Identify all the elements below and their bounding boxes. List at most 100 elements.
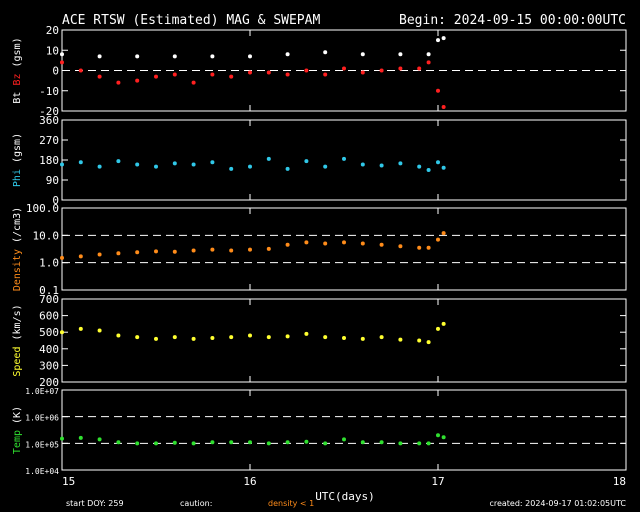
density-point-0-16 <box>360 241 365 246</box>
mag-point-1-10 <box>248 70 252 75</box>
mag-point-0-1 <box>97 54 102 59</box>
speed-point-0-9 <box>229 335 234 340</box>
speed-point-0-6 <box>172 335 177 340</box>
speed-point-0-1 <box>78 326 83 331</box>
caution-label: caution: <box>180 499 212 508</box>
density-point-0-0 <box>60 255 64 260</box>
density-point-0-22 <box>441 231 446 236</box>
xtick-label-0: 15 <box>62 475 75 488</box>
phi-point-0-9 <box>229 166 234 171</box>
ace-rtsw-chart: ACE RTSW (Estimated) MAG & SWEPAM Begin:… <box>12 13 627 508</box>
density-point-0-11 <box>266 246 271 251</box>
temp-point-0-6 <box>172 440 177 445</box>
density-ytick-label-2: 10.0 <box>33 229 60 242</box>
phi-ytick-label-1: 90 <box>46 174 59 187</box>
density-point-0-2 <box>97 252 102 257</box>
phi-ytick-label-3: 270 <box>39 134 59 147</box>
speed-point-0-16 <box>360 336 365 341</box>
speed-ylabel: Speed (km/s) <box>12 304 23 376</box>
temp-point-0-21 <box>436 433 440 438</box>
temp-ylabel: Temp (K) <box>12 406 23 454</box>
density-point-0-3 <box>116 251 121 256</box>
temp-point-0-5 <box>154 441 158 446</box>
temp-point-0-15 <box>342 437 346 442</box>
density-point-0-1 <box>78 254 83 259</box>
density-ylabel-part-1: (/cm3) <box>12 207 23 249</box>
mag-point-0-0 <box>60 52 64 57</box>
phi-point-0-22 <box>441 165 446 170</box>
mag-point-0-2 <box>135 54 140 59</box>
density-point-0-5 <box>154 249 158 254</box>
mag-ytick-label-4: 20 <box>46 24 59 37</box>
phi-point-0-7 <box>191 162 196 167</box>
temp-ytick-label-1: 1.0E+05 <box>25 440 59 449</box>
mag-point-1-9 <box>229 74 234 79</box>
phi-point-0-11 <box>266 156 271 161</box>
temp-point-0-7 <box>191 441 196 446</box>
speed-point-0-15 <box>342 336 346 341</box>
density-ylabel: Density (/cm3) <box>12 207 23 291</box>
chart-title: ACE RTSW (Estimated) MAG & SWEPAM <box>62 13 320 28</box>
phi-point-0-17 <box>379 163 384 168</box>
mag-ylabel-part-2: (gsm) <box>12 37 23 73</box>
xtick-label-2: 17 <box>431 475 444 488</box>
mag-panel: -20-1001020Bt Bz (gsm) <box>12 24 627 118</box>
temp-ytick-label-2: 1.0E+06 <box>25 414 59 423</box>
temp-ylabel-part-0: Temp <box>12 430 23 454</box>
mag-point-1-4 <box>135 78 140 83</box>
mag-point-1-19 <box>417 66 422 71</box>
phi-ylabel-part-0: Phi <box>12 169 23 187</box>
speed-point-0-20 <box>426 340 431 345</box>
phi-point-0-15 <box>342 156 346 161</box>
mag-ytick-label-1: -10 <box>39 85 59 98</box>
mag-point-1-0 <box>60 60 64 65</box>
speed-ylabel-part-0: Speed <box>12 347 23 377</box>
temp-point-0-8 <box>210 440 215 445</box>
phi-panel: 090180270360Phi (gsm) <box>12 114 627 207</box>
speed-point-0-3 <box>116 333 121 338</box>
phi-point-0-18 <box>398 161 403 166</box>
mag-point-0-12 <box>441 36 446 41</box>
mag-point-0-7 <box>323 50 328 55</box>
phi-point-0-3 <box>116 159 121 164</box>
x-axis-label: UTC(days) <box>315 490 375 503</box>
mag-ylabel-part-1: Bz <box>12 74 23 92</box>
speed-point-0-19 <box>417 338 422 343</box>
mag-point-0-5 <box>248 54 252 59</box>
mag-point-0-3 <box>172 54 177 59</box>
phi-point-0-21 <box>436 160 440 165</box>
mag-point-1-1 <box>78 68 83 73</box>
speed-point-0-11 <box>266 335 271 340</box>
density-point-0-15 <box>342 240 346 245</box>
temp-point-0-10 <box>248 440 252 445</box>
temp-ylabel-part-1: (K) <box>12 406 23 430</box>
speed-point-0-2 <box>97 328 102 333</box>
temp-point-0-17 <box>379 440 384 445</box>
mag-point-1-18 <box>398 66 403 71</box>
mag-point-1-8 <box>210 72 215 77</box>
phi-point-0-14 <box>323 164 328 169</box>
density-caution-note: density < 1 <box>268 499 314 508</box>
speed-point-0-5 <box>154 336 158 341</box>
phi-point-0-5 <box>154 164 158 169</box>
panels: -20-1001020Bt Bz (gsm)090180270360Phi (g… <box>12 24 627 476</box>
phi-point-0-0 <box>60 162 64 167</box>
density-ytick-label-3: 100.0 <box>26 202 59 215</box>
mag-point-0-9 <box>398 52 403 57</box>
mag-point-1-14 <box>323 72 328 77</box>
mag-point-1-13 <box>304 68 309 73</box>
speed-point-0-22 <box>441 321 446 326</box>
speed-point-0-14 <box>323 335 328 340</box>
temp-point-0-13 <box>304 439 309 444</box>
phi-point-0-4 <box>135 162 140 167</box>
temp-point-0-11 <box>266 441 271 446</box>
temp-point-0-1 <box>78 435 83 440</box>
temp-ytick-label-0: 1.0E+04 <box>25 467 59 476</box>
density-point-0-10 <box>248 247 252 252</box>
xtick-label-1: 16 <box>243 475 256 488</box>
speed-ytick-label-2: 400 <box>39 343 59 356</box>
temp-point-0-3 <box>116 440 121 445</box>
density-point-0-6 <box>172 249 177 254</box>
speed-ytick-label-4: 600 <box>39 310 59 323</box>
mag-point-0-11 <box>436 38 440 43</box>
